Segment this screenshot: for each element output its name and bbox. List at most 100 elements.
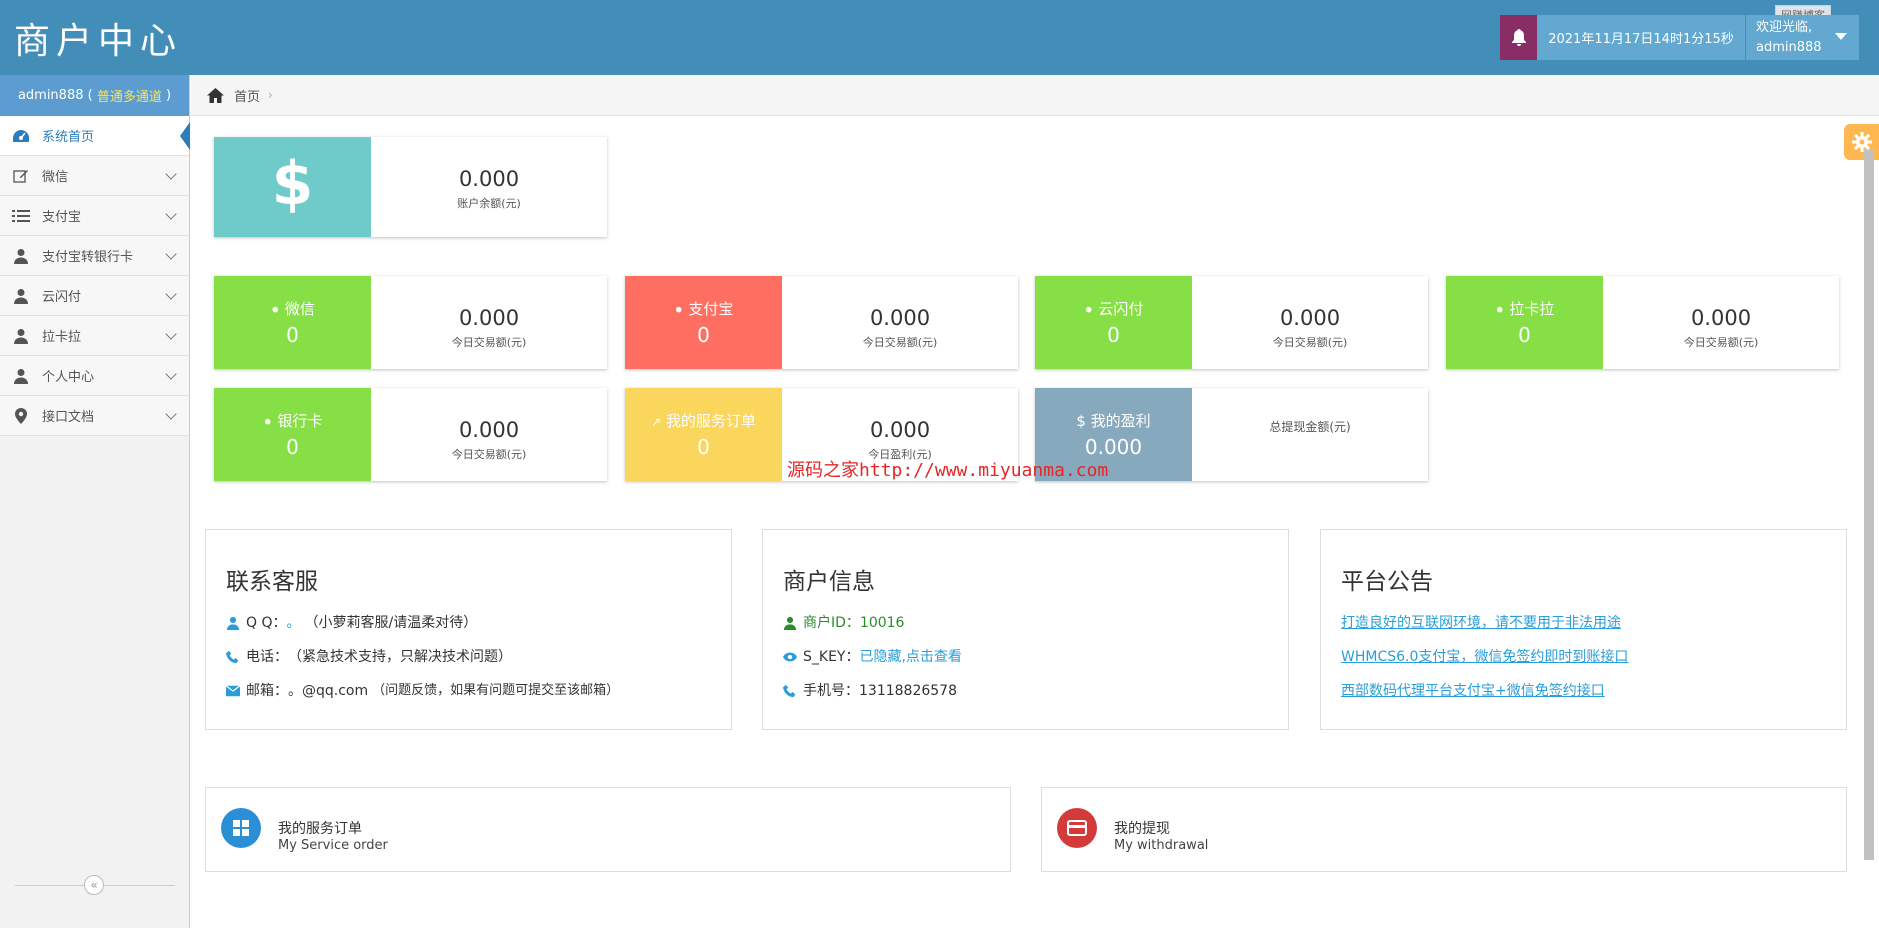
- card-icon-area: ⚫ 拉卡拉 0: [1446, 276, 1603, 369]
- qq-label: Q Q：: [246, 615, 287, 631]
- card-count: 0: [286, 435, 299, 459]
- card-value-area: 0.000 今日交易额(元): [371, 276, 607, 369]
- top-navbar: 商户中心 网赚博客 2021年11月17日14时1分15秒 欢迎光临, admi…: [0, 0, 1879, 75]
- chevron-down-icon: [165, 288, 177, 300]
- bankcard-card[interactable]: ⚫ 银行卡 0 0.000 今日交易额(元): [214, 388, 607, 481]
- card-title: ⚫ 拉卡拉: [1446, 298, 1603, 319]
- sidebar-item-alipay[interactable]: 支付宝: [0, 196, 189, 236]
- card-label: 总提现金额(元): [1269, 420, 1351, 434]
- shield-icon: ⚫: [262, 415, 273, 429]
- merchant-key-label: S_KEY：: [803, 649, 860, 665]
- breadcrumb-home-link[interactable]: 首页: [234, 86, 260, 105]
- card-icon-area: ⚫ 云闪付 0: [1035, 276, 1192, 369]
- shield-icon: ⚫: [1494, 303, 1505, 317]
- merchant-key-row: S_KEY： 已隐藏,点击查看: [783, 640, 1288, 674]
- sidebar-item-unionpay[interactable]: 云闪付: [0, 276, 189, 316]
- chevron-down-icon: [165, 248, 177, 260]
- sidebar-item-api-docs[interactable]: 接口文档: [0, 396, 189, 436]
- dollar-icon: $: [271, 149, 314, 219]
- card-title: $ 我的盈利: [1076, 412, 1151, 430]
- card-value: 0.000: [869, 306, 931, 330]
- wechat-card[interactable]: ⚫ 微信 0 0.000 今日交易额(元): [214, 276, 607, 369]
- card-title: ↗ 我的服务订单: [625, 410, 782, 431]
- notice-row: 西部数码代理平台支付宝+微信免签约接口: [1341, 674, 1846, 708]
- qq-value[interactable]: 。: [287, 606, 301, 640]
- card-value-area: 总提现金额(元): [1192, 388, 1428, 481]
- panel-title: 商户信息: [783, 569, 875, 595]
- sidebar-item-label: 系统首页: [42, 130, 95, 145]
- card-label: 今日交易额(元): [1683, 336, 1759, 349]
- email-value[interactable]: 。@qq.com: [288, 674, 368, 708]
- merchant-phone-value: 13118826578: [859, 683, 957, 699]
- card-count: 0: [1107, 323, 1120, 347]
- alipay-card[interactable]: ⚫ 支付宝 0 0.000 今日交易额(元): [625, 276, 1018, 369]
- merchant-panel: 商户信息 商户ID： 10016 S_KEY： 已隐藏,点击查看 手机号： 13…: [762, 529, 1289, 730]
- shortcut-subtitle: My Service order: [278, 838, 388, 853]
- merchant-id-row: 商户ID： 10016: [783, 606, 1288, 640]
- sidebar-item-alipay-bank[interactable]: 支付宝转银行卡: [0, 236, 189, 276]
- card-title-text: 云闪付: [1098, 300, 1144, 318]
- notice-link[interactable]: 西部数码代理平台支付宝+微信免签约接口: [1341, 674, 1605, 708]
- card-icon-area: ⚫ 微信 0: [214, 276, 371, 369]
- phone-note: （紧急技术支持，只解决技术问题）: [288, 649, 512, 665]
- card-label: 今日交易额(元): [451, 448, 527, 461]
- card-title-text: 支付宝: [688, 300, 734, 318]
- breadcrumb: 首页 ›: [191, 75, 1879, 116]
- paren-close: ): [161, 88, 172, 103]
- windows-icon: [233, 820, 249, 836]
- user-icon: [12, 287, 30, 305]
- notice-link[interactable]: WHMCS6.0支付宝，微信免签约即时到账接口: [1341, 640, 1628, 674]
- chevron-down-icon: [165, 368, 177, 380]
- user-menu[interactable]: 欢迎光临, admin888: [1746, 15, 1859, 60]
- shortcut-title: 我的提现: [1114, 821, 1170, 837]
- card-icon-area: ⚫ 银行卡 0: [214, 388, 371, 481]
- card-count: 0: [697, 435, 710, 459]
- username-text: admin888: [1756, 40, 1822, 55]
- unionpay-card[interactable]: ⚫ 云闪付 0 0.000 今日交易额(元): [1035, 276, 1428, 369]
- service-order-shortcut[interactable]: 我的服务订单 My Service order: [205, 787, 1011, 872]
- notice-panel: 平台公告 打造良好的互联网环境，请不要用于非法用途 WHMCS6.0支付宝，微信…: [1320, 529, 1847, 730]
- paren-open: (: [83, 88, 97, 103]
- sidebar-item-home[interactable]: 系统首页: [0, 116, 190, 156]
- chevron-down-icon: [165, 208, 177, 220]
- caret-down-icon: [1835, 33, 1847, 40]
- notice-row: 打造良好的互联网环境，请不要用于非法用途: [1341, 606, 1846, 640]
- merchant-phone-row: 手机号： 13118826578: [783, 674, 1288, 708]
- phone-icon: [226, 650, 239, 664]
- email-note: （问题反馈，如果有问题可提交至该邮箱）: [372, 683, 620, 698]
- shortcut-subtitle: My withdrawal: [1114, 838, 1209, 853]
- card-value-area: 0.000 今日交易额(元): [1603, 276, 1839, 369]
- envelope-icon: [226, 685, 240, 697]
- sidebar-channel-link[interactable]: 普通多通道: [97, 86, 162, 105]
- sidebar-user-info: admin888 ( 普通多通道 ): [0, 75, 189, 116]
- card-title: ⚫ 微信: [214, 298, 371, 319]
- sidebar-item-wechat[interactable]: 微信: [0, 156, 189, 196]
- card-label: 今日交易额(元): [451, 336, 527, 349]
- panel-title: 联系客服: [226, 569, 318, 595]
- withdrawal-shortcut[interactable]: 我的提现 My withdrawal: [1041, 787, 1847, 872]
- contact-qq-row: Q Q： 。 （小萝莉客服/请温柔对待）: [226, 606, 731, 640]
- home-icon: [207, 87, 224, 103]
- notice-link[interactable]: 打造良好的互联网环境，请不要用于非法用途: [1341, 606, 1621, 640]
- sidebar-item-lakala[interactable]: 拉卡拉: [0, 316, 189, 356]
- shield-icon: ⚫: [1083, 303, 1094, 317]
- datetime-display: 2021年11月17日14时1分15秒: [1537, 15, 1745, 60]
- card-value: 0.000: [1279, 306, 1341, 330]
- phone-icon: [783, 684, 796, 698]
- merchant-key-value[interactable]: 已隐藏,点击查看: [859, 640, 961, 674]
- card-label: 今日交易额(元): [862, 336, 938, 349]
- contact-phone-row: 电话： （紧急技术支持，只解决技术问题）: [226, 640, 731, 674]
- card-title: ⚫ 云闪付: [1035, 298, 1192, 319]
- notification-button[interactable]: [1500, 15, 1537, 60]
- qq-note: （小萝莉客服/请温柔对待）: [304, 615, 478, 631]
- card-title: ⚫ 支付宝: [625, 298, 782, 319]
- scrollbar[interactable]: [1864, 150, 1874, 860]
- chevron-down-icon: [165, 328, 177, 340]
- card-title: ⚫ 银行卡: [214, 410, 371, 431]
- card-count: 0: [697, 323, 710, 347]
- brand-title[interactable]: 商户中心: [14, 12, 182, 64]
- sidebar-item-profile[interactable]: 个人中心: [0, 356, 189, 396]
- lakala-card[interactable]: ⚫ 拉卡拉 0 0.000 今日交易额(元): [1446, 276, 1839, 369]
- phone-label: 电话：: [246, 649, 288, 665]
- sidebar-collapse-button[interactable]: «: [84, 875, 104, 895]
